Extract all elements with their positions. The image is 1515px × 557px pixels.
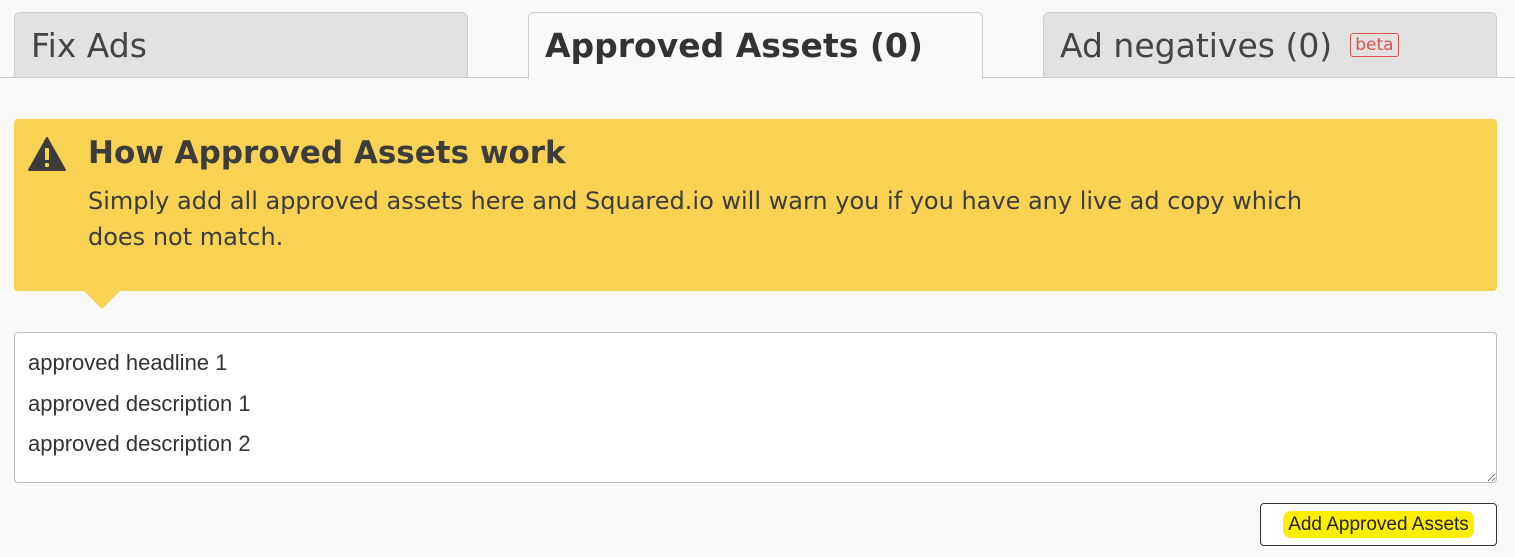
tab-bar: Fix Ads Approved Assets (0) Ad negatives… xyxy=(0,0,1515,79)
add-approved-assets-label: Add Approved Assets xyxy=(1283,510,1474,538)
tab-fix-ads-label: Fix Ads xyxy=(31,26,147,65)
alert-body: Simply add all approved assets here and … xyxy=(88,187,1303,251)
add-approved-assets-button[interactable]: Add Approved Assets xyxy=(1260,503,1497,546)
tab-approved-assets[interactable]: Approved Assets (0) xyxy=(528,12,983,79)
beta-badge: beta xyxy=(1350,32,1399,57)
tab-approved-assets-label: Approved Assets (0) xyxy=(545,26,923,65)
tab-fix-ads[interactable]: Fix Ads xyxy=(14,12,468,77)
approved-assets-page: Fix Ads Approved Assets (0) Ad negatives… xyxy=(0,0,1515,557)
approved-assets-input[interactable]: approved headline 1 approved description… xyxy=(14,332,1497,483)
alert-title: How Approved Assets work xyxy=(88,135,566,171)
alert-pointer xyxy=(84,291,120,309)
tab-ad-negatives[interactable]: Ad negatives (0) beta xyxy=(1043,12,1497,77)
info-alert: How Approved Assets work Simply add all … xyxy=(14,119,1497,309)
tab-ad-negatives-label: Ad negatives (0) xyxy=(1060,26,1333,65)
warning-icon xyxy=(28,137,66,171)
